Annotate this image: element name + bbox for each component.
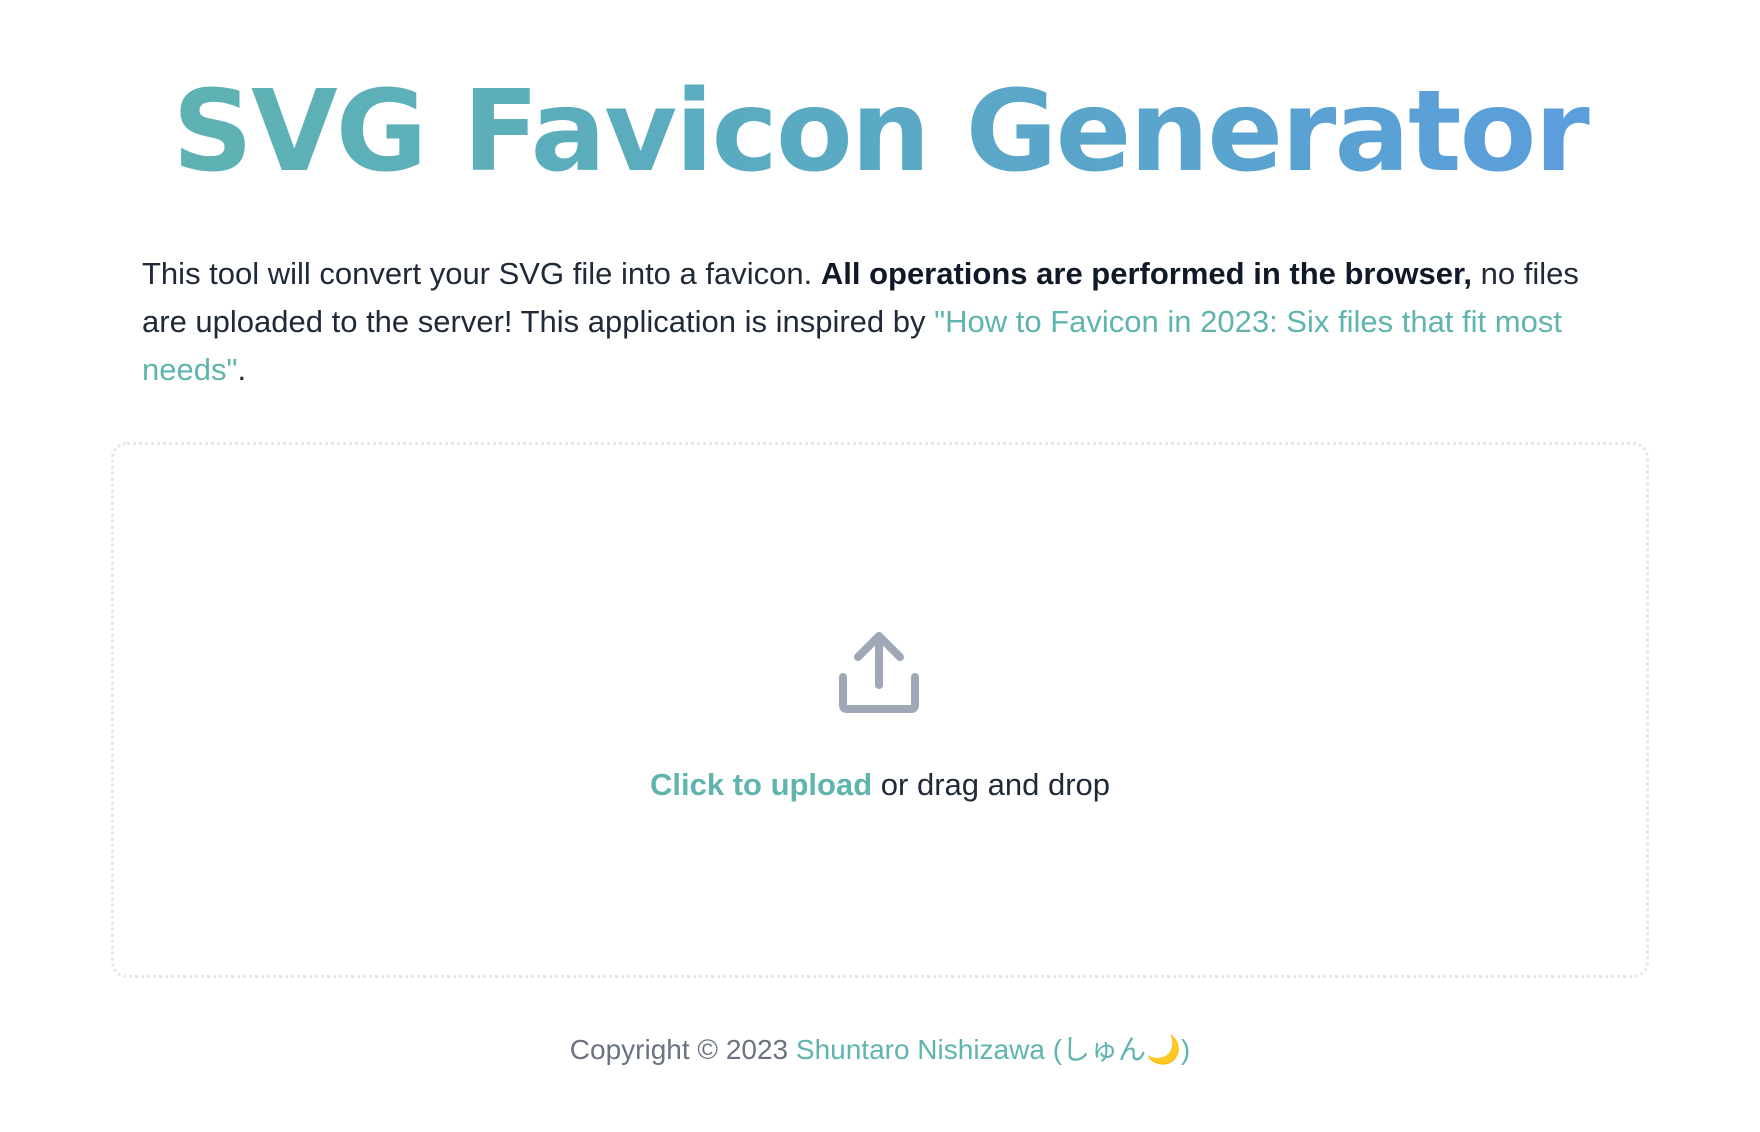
upload-instructions: Click to upload or drag and drop [114, 765, 1646, 805]
click-to-upload-link[interactable]: Click to upload [650, 767, 872, 802]
author-link[interactable]: Shuntaro Nishizawa (しゅん🌙) [796, 1034, 1190, 1065]
intro-paragraph: This tool will convert your SVG file int… [142, 250, 1612, 394]
page-title: SVG Favicon Generator [0, 62, 1760, 202]
copyright-text: Copyright © 2023 [569, 1034, 796, 1065]
upload-icon [839, 632, 919, 713]
intro-bold-text: All operations are performed in the brow… [820, 256, 1472, 291]
upload-dropzone[interactable]: Click to upload or drag and drop [111, 442, 1649, 978]
intro-text: This tool will convert your SVG file int… [142, 256, 821, 291]
drag-drop-text: or drag and drop [872, 767, 1110, 802]
page: SVG Favicon Generator This tool will con… [0, 0, 1760, 1132]
footer: Copyright © 2023 Shuntaro Nishizawa (しゅん… [0, 1030, 1760, 1070]
intro-period: . [237, 352, 247, 387]
